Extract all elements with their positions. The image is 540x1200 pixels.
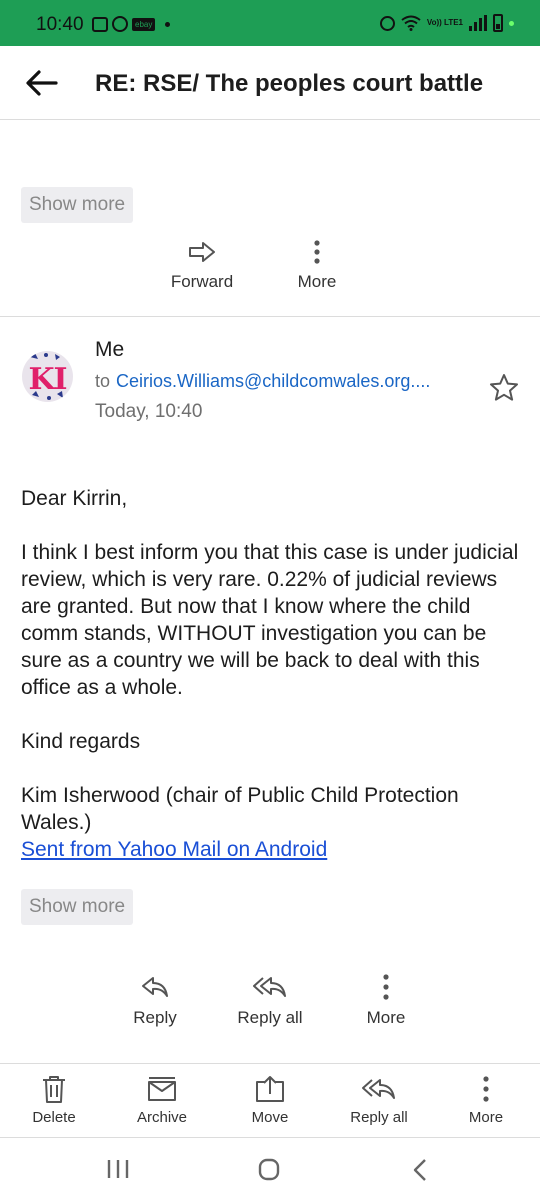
lte-indicator: Vo)) LTE1 — [426, 18, 463, 27]
recent-apps-icon — [107, 1160, 129, 1178]
reply-all-label: Reply all — [237, 1008, 303, 1027]
more-vertical-icon — [314, 240, 320, 264]
closing: Kind regards — [21, 730, 141, 753]
more-bottom-label: More — [468, 1109, 504, 1126]
more-bottom-button[interactable]: More — [462, 1074, 510, 1126]
delete-button[interactable]: Delete — [24, 1074, 84, 1126]
trash-icon — [43, 1076, 65, 1103]
status-time: 10:40 — [36, 14, 84, 35]
body-paragraph: I think I best inform you that this case… — [21, 541, 519, 699]
battery-icon — [493, 14, 503, 32]
sent-from-link[interactable]: Sent from Yahoo Mail on Android — [21, 838, 327, 861]
avatar-initials: KI — [28, 362, 67, 397]
ebay-icon: ebay — [132, 17, 156, 31]
reply-all-bottom-label: Reply all — [350, 1109, 408, 1126]
archive-button[interactable]: Archive — [130, 1074, 194, 1126]
move-icon — [256, 1076, 284, 1102]
more-vertical-icon — [483, 1076, 489, 1102]
gallery-icon — [92, 16, 108, 32]
reply-icon — [142, 977, 168, 997]
reply-all-bottom-button[interactable]: Reply all — [343, 1074, 415, 1126]
email-body: Dear Kirrin, I think I best inform you t… — [21, 485, 521, 863]
status-notification-icons: ebay — [92, 16, 171, 32]
message-date: Today, 10:40 — [95, 401, 203, 422]
recipient-address[interactable]: Ceirios.Williams@childcomwales.org.... — [116, 371, 430, 391]
star-button[interactable] — [488, 372, 520, 404]
bottom-toolbar: Delete Archive Move Reply all More — [0, 1063, 540, 1138]
app-header: RE: RSE/ The peoples court battle — [0, 46, 540, 120]
more-button-top[interactable]: More — [285, 240, 349, 292]
signal-icon — [469, 15, 487, 31]
show-more-button-top[interactable]: Show more — [21, 187, 134, 223]
archive-icon — [148, 1077, 176, 1101]
star-icon — [490, 374, 518, 401]
recipient-line[interactable]: to Ceirios.Williams@childcomwales.org.... — [95, 371, 430, 392]
home-button[interactable] — [257, 1158, 281, 1187]
more-button-message[interactable]: More — [355, 974, 417, 1028]
back-nav-button[interactable] — [410, 1158, 430, 1187]
whatsapp-icon — [112, 16, 128, 32]
forward-label: Forward — [170, 272, 234, 291]
delete-label: Delete — [32, 1109, 76, 1126]
show-more-button-bottom[interactable]: Show more — [21, 889, 134, 925]
more-vertical-icon — [383, 974, 389, 1000]
home-icon — [258, 1158, 280, 1181]
move-label: Move — [251, 1109, 289, 1126]
status-system-icons: Vo)) LTE1 — [379, 14, 514, 32]
back-button[interactable] — [22, 66, 62, 100]
reply-all-icon — [362, 1079, 395, 1099]
alarm-icon — [379, 15, 395, 31]
back-chevron-icon — [413, 1159, 426, 1181]
recent-apps-button[interactable] — [106, 1158, 130, 1185]
reply-label: Reply — [133, 1008, 177, 1027]
reply-button[interactable]: Reply — [125, 974, 185, 1028]
forward-button[interactable]: Forward — [160, 240, 244, 292]
move-button[interactable]: Move — [240, 1074, 300, 1126]
signature: Kim Isherwood (chair of Public Child Pro… — [21, 784, 459, 834]
page-title: RE: RSE/ The peoples court battle — [95, 70, 484, 97]
reply-all-icon — [253, 977, 286, 997]
sender-name: Me — [95, 338, 125, 361]
reply-all-button[interactable]: Reply all — [225, 974, 315, 1028]
forward-icon — [189, 242, 215, 262]
more-label: More — [297, 272, 337, 291]
wifi-icon — [401, 15, 421, 31]
greeting: Dear Kirrin, — [21, 487, 128, 510]
avatar[interactable]: KI — [22, 351, 73, 402]
more-label: More — [366, 1008, 406, 1027]
more-notifications-dot — [165, 21, 171, 27]
message-divider — [0, 316, 540, 317]
back-arrow-icon — [26, 70, 58, 96]
status-bar: 10:40 ebay Vo)) LTE1 — [0, 0, 540, 46]
to-prefix: to — [95, 371, 111, 391]
system-nav-bar — [0, 1140, 540, 1200]
privacy-dot-icon — [509, 20, 514, 26]
archive-label: Archive — [136, 1109, 188, 1126]
